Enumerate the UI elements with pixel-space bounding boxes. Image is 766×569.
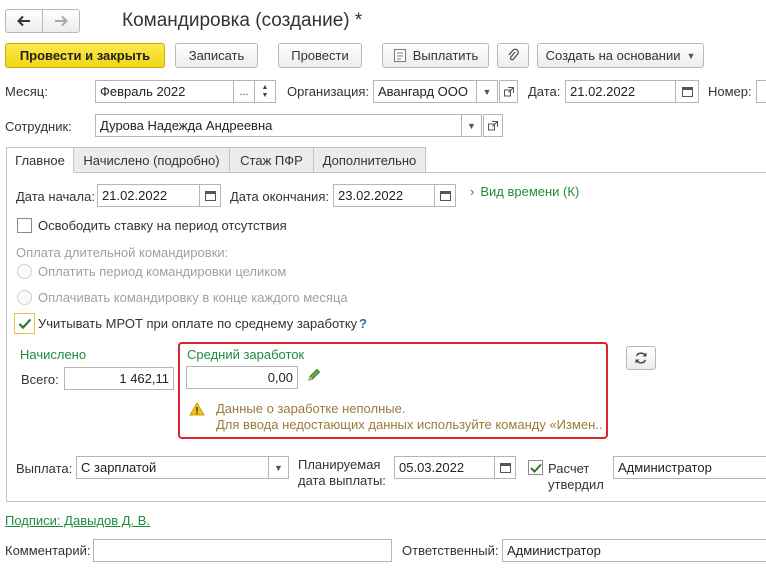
warning-icon <box>189 402 205 416</box>
calendar-icon <box>681 87 693 97</box>
planned-date-field[interactable]: 05.03.2022 <box>394 456 495 479</box>
payout-dropdown-button[interactable]: ▼ <box>268 456 289 479</box>
free-rate-checkbox[interactable] <box>17 218 32 233</box>
average-earnings-field: 0,00 <box>186 366 298 389</box>
pay-button-label: Выплатить <box>412 48 479 63</box>
refresh-icon <box>635 352 647 364</box>
edit-pencil-icon[interactable] <box>306 367 324 385</box>
number-field[interactable] <box>756 80 766 103</box>
end-date-calendar-button[interactable] <box>434 184 456 207</box>
warning-text-line2: Для ввода недостающих данных используйте… <box>216 417 602 432</box>
forward-button[interactable] <box>42 9 80 33</box>
tab-main[interactable]: Главное <box>6 147 74 173</box>
accrued-title: Начислено <box>20 347 87 362</box>
end-date-label: Дата окончания: <box>230 189 329 204</box>
arrow-left-icon <box>17 15 30 27</box>
chevron-down-icon: ▼ <box>467 120 476 131</box>
start-date-label: Дата начала: <box>16 189 95 204</box>
chevron-right-icon: › <box>470 184 475 199</box>
radio-pay-monthly[interactable] <box>17 290 32 305</box>
comment-field[interactable] <box>93 539 392 562</box>
calendar-icon <box>499 463 511 473</box>
organization-dropdown-button[interactable]: ▼ <box>476 80 498 103</box>
checkmark-icon <box>18 318 31 329</box>
attach-button[interactable] <box>497 43 529 68</box>
planned-date-label-1: Планируемая <box>298 457 381 472</box>
planned-date-label-2: дата выплаты: <box>298 473 386 488</box>
date-calendar-button[interactable] <box>675 80 699 103</box>
total-field: 1 462,11 <box>64 367 174 390</box>
calendar-icon <box>204 191 216 201</box>
spin-down-icon: ▼ <box>261 91 269 99</box>
date-field[interactable]: 21.02.2022 <box>565 80 676 103</box>
page-title: Командировка (создание) * <box>122 10 363 31</box>
arrow-right-icon <box>55 15 68 27</box>
back-button[interactable] <box>5 9 43 33</box>
checkmark-icon <box>529 463 542 473</box>
create-based-on-button[interactable]: Создать на основании ▼ <box>537 43 704 68</box>
mrot-label: Учитывать МРОТ при оплате по среднему за… <box>38 316 358 331</box>
comment-label: Комментарий: <box>5 543 91 558</box>
approved-label-1: Расчет <box>548 461 590 476</box>
employee-open-button[interactable] <box>483 114 503 137</box>
tab-pfr-experience[interactable]: Стаж ПФР <box>229 147 314 173</box>
employee-dropdown-button[interactable]: ▼ <box>461 114 482 137</box>
responsible-label: Ответственный: <box>402 543 499 558</box>
post-and-close-button[interactable]: Провести и закрыть <box>5 43 165 68</box>
document-icon <box>393 49 406 62</box>
approved-label-2: утвердил <box>548 477 604 492</box>
approved-checkbox[interactable] <box>528 460 543 475</box>
free-rate-label: Освободить ставку на период отсутствия <box>38 218 287 233</box>
open-link-icon <box>488 120 498 130</box>
refresh-button[interactable] <box>626 346 656 370</box>
average-earnings-title: Средний заработок <box>187 347 305 362</box>
tab-accrued-detailed[interactable]: Начислено (подробно) <box>73 147 230 173</box>
employee-label: Сотрудник: <box>5 119 72 134</box>
payout-label: Выплата: <box>16 461 73 476</box>
tab-additional[interactable]: Дополнительно <box>313 147 426 173</box>
planned-date-calendar-button[interactable] <box>494 456 516 479</box>
warning-text-line1: Данные о заработке неполные. <box>216 401 406 416</box>
mrot-help-icon[interactable]: ? <box>359 316 367 331</box>
chevron-down-icon: ▼ <box>274 462 283 473</box>
save-button[interactable]: Записать <box>175 43 258 68</box>
paperclip-icon <box>508 48 519 61</box>
date-label: Дата: <box>528 84 561 99</box>
month-select-button[interactable]: ... <box>233 80 255 103</box>
chevron-down-icon: ▼ <box>482 86 492 97</box>
signatures-link[interactable]: Подписи: Давыдов Д. В. <box>5 513 150 528</box>
payout-field[interactable]: С зарплатой <box>76 456 269 479</box>
month-label: Месяц: <box>5 84 48 99</box>
month-field[interactable]: Февраль 2022 <box>95 80 234 103</box>
create-based-on-label: Создать на основании <box>545 48 681 63</box>
number-label: Номер: <box>708 84 752 99</box>
chevron-down-icon: ▼ <box>686 50 696 61</box>
total-label: Всего: <box>21 372 59 387</box>
responsible-field[interactable]: Администратор <box>502 539 766 562</box>
open-link-icon <box>503 86 514 96</box>
start-date-field[interactable]: 21.02.2022 <box>97 184 200 207</box>
time-type-link[interactable]: › Вид времени (К) <box>470 184 579 199</box>
radio-pay-whole-label: Оплатить период командировки целиком <box>38 264 287 279</box>
long-trip-label: Оплата длительной командировки: <box>16 245 229 260</box>
employee-field[interactable]: Дурова Надежда Андреевна <box>95 114 462 137</box>
month-spinner[interactable]: ▲ ▼ <box>254 80 276 103</box>
radio-pay-monthly-label: Оплачивать командировку в конце каждого … <box>38 290 348 305</box>
pay-button[interactable]: Выплатить <box>382 43 489 68</box>
approved-by-field[interactable]: Администратор <box>613 456 766 479</box>
start-date-calendar-button[interactable] <box>199 184 221 207</box>
end-date-field[interactable]: 23.02.2022 <box>333 184 435 207</box>
calendar-icon <box>439 191 451 201</box>
mrot-checkbox[interactable] <box>14 313 35 334</box>
spin-up-icon: ▲ <box>261 83 269 91</box>
organization-field[interactable]: Авангард ООО <box>373 80 477 103</box>
radio-pay-whole[interactable] <box>17 264 32 279</box>
post-button[interactable]: Провести <box>278 43 362 68</box>
organization-label: Организация: <box>287 84 370 99</box>
organization-open-button[interactable] <box>499 80 518 103</box>
